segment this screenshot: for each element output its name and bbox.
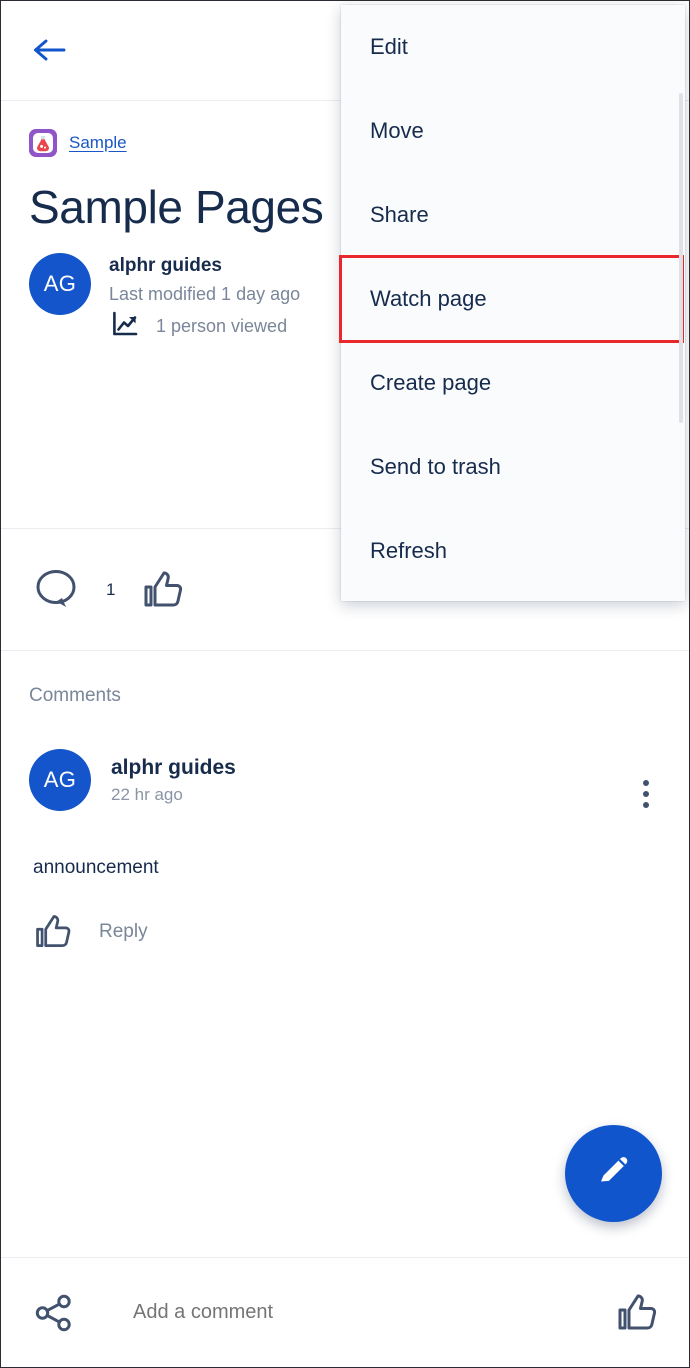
comment-body: announcement — [33, 857, 159, 878]
menu-item-label: Edit — [370, 34, 408, 59]
back-button[interactable] — [27, 33, 71, 71]
menu-item-create-page[interactable]: Create page — [341, 341, 685, 425]
comment-count: 1 — [106, 579, 116, 599]
trending-up-icon — [112, 311, 142, 342]
reply-button[interactable]: Reply — [99, 921, 148, 943]
page-title: Sample Pages — [29, 181, 324, 233]
view-count-text: 1 person viewed — [156, 316, 288, 336]
menu-item-label: Watch page — [370, 286, 487, 311]
comment-time: 22 hr ago — [111, 784, 183, 804]
view-count-row: 1 person viewed — [109, 311, 300, 342]
page-options-menu: Edit Move Share Watch page Create page S… — [339, 5, 685, 601]
comment-bubble-icon[interactable] — [33, 568, 81, 612]
menu-scrollbar[interactable] — [679, 93, 683, 423]
pencil-icon — [592, 1149, 636, 1198]
menu-item-label: Move — [370, 118, 424, 143]
flask-emoji-icon — [29, 129, 57, 157]
thumbs-up-icon[interactable] — [33, 912, 73, 952]
menu-item-label: Share — [370, 202, 429, 227]
arrow-left-icon — [32, 36, 66, 69]
breadcrumb: Sample — [29, 129, 127, 157]
author-name: alphr guides — [109, 255, 222, 276]
bottom-bar — [1, 1257, 689, 1367]
menu-item-watch-page[interactable]: Watch page — [339, 255, 684, 343]
comment-avatar: AG — [29, 749, 91, 811]
thumbs-up-icon[interactable] — [615, 1291, 659, 1335]
last-modified: Last modified 1 day ago — [109, 284, 301, 304]
add-comment-input[interactable] — [133, 1301, 615, 1324]
comment-actions: Reply — [33, 912, 148, 952]
breadcrumb-space-link[interactable]: Sample — [69, 133, 127, 153]
menu-item-label: Send to trash — [370, 454, 501, 479]
page-meta: AG alphr guides Last modified 1 day ago … — [29, 253, 300, 342]
menu-item-move[interactable]: Move — [341, 89, 685, 173]
app-screen: Sample Sample Pages AG alphr guides Last… — [0, 0, 690, 1368]
comment-author: alphr guides — [111, 755, 236, 779]
menu-item-label: Refresh — [370, 538, 448, 563]
menu-item-refresh[interactable]: Refresh — [341, 509, 685, 593]
menu-item-share[interactable]: Share — [341, 173, 685, 257]
share-nodes-icon[interactable] — [33, 1292, 75, 1334]
thumbs-up-icon[interactable] — [141, 568, 185, 612]
menu-item-label: Create page — [370, 370, 492, 395]
comments-heading: Comments — [29, 685, 121, 706]
avatar: AG — [29, 253, 91, 315]
menu-item-send-to-trash[interactable]: Send to trash — [341, 425, 685, 509]
edit-fab-button[interactable] — [565, 1125, 662, 1222]
more-vertical-icon[interactable] — [633, 777, 659, 811]
menu-item-edit[interactable]: Edit — [341, 5, 685, 89]
comment-header: AG alphr guides 22 hr ago — [29, 749, 236, 811]
